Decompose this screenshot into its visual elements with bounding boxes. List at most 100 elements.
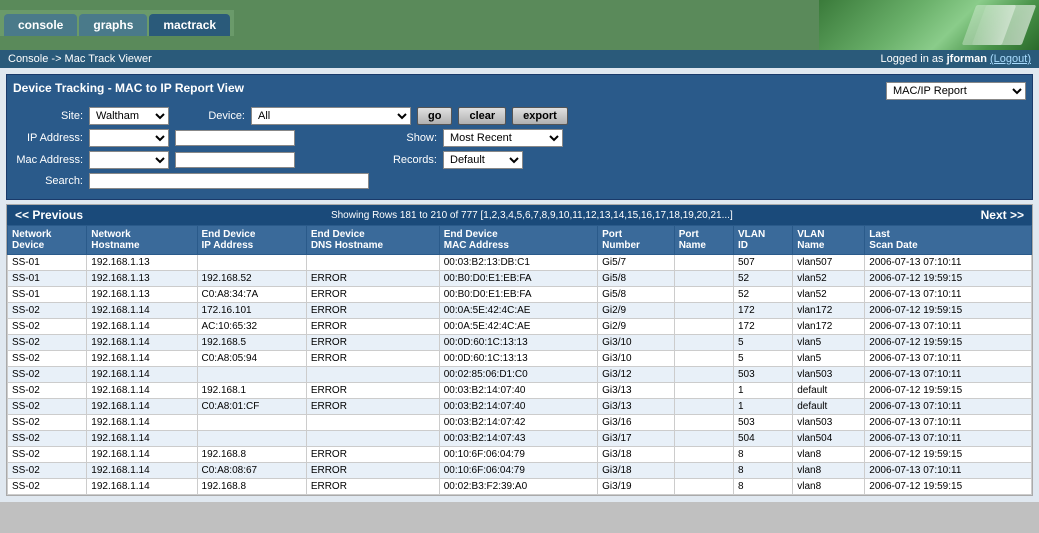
table-cell: C0:A8:05:94 [197,351,306,367]
table-cell: SS-01 [8,255,87,271]
table-cell: SS-02 [8,383,87,399]
table-cell: Gi3/16 [598,415,675,431]
table-cell [306,415,439,431]
table-cell: ERROR [306,399,439,415]
table-cell: Gi3/13 [598,383,675,399]
panel-title: Device Tracking - MAC to IP Report View [13,81,244,95]
table-cell: vlan8 [793,447,865,463]
table-row: SS-02192.168.1.1400:03:B2:14:07:43Gi3/17… [8,431,1032,447]
table-cell [197,255,306,271]
table-cell: 192.168.1 [197,383,306,399]
mac-input[interactable] [175,152,295,168]
search-input[interactable] [89,173,369,189]
table-cell: 2006-07-13 07:10:11 [865,415,1032,431]
nav-tab-graphs[interactable]: graphs [79,14,147,36]
clear-button[interactable]: clear [458,107,506,125]
table-cell: 2006-07-12 19:59:15 [865,447,1032,463]
table-cell: Gi3/19 [598,479,675,495]
table-row: SS-01192.168.1.13C0:A8:34:7AERROR00:B0:D… [8,287,1032,303]
table-cell: ERROR [306,383,439,399]
table-cell: 2006-07-13 07:10:11 [865,463,1032,479]
table-cell [674,479,733,495]
table-cell: 192.168.1.13 [87,287,197,303]
table-cell: 192.168.52 [197,271,306,287]
table-cell: vlan8 [793,479,865,495]
table-cell: 00:03:B2:14:07:40 [439,383,597,399]
logout-link[interactable]: (Logout) [990,53,1031,65]
table-cell: 1 [733,399,792,415]
table-cell: ERROR [306,335,439,351]
table-cell: vlan504 [793,431,865,447]
records-select[interactable]: Default 10 25 50 100 [443,151,523,169]
col-vlan-id: VLANID [733,226,792,255]
table-cell: AC:10:65:32 [197,319,306,335]
records-label: Records: [367,154,437,166]
col-end-mac: End DeviceMAC Address [439,226,597,255]
export-button[interactable]: export [512,107,568,125]
table-cell: Gi2/9 [598,303,675,319]
ip-input[interactable] [175,130,295,146]
device-panel: Device Tracking - MAC to IP Report View … [6,74,1033,200]
table-cell: SS-01 [8,287,87,303]
table-cell [674,383,733,399]
col-end-dns: End DeviceDNS Hostname [306,226,439,255]
table-cell: SS-02 [8,335,87,351]
col-network-device: NetworkDevice [8,226,87,255]
show-label: Show: [367,132,437,144]
table-cell: SS-02 [8,319,87,335]
report-select[interactable]: MAC/IP Report [886,82,1026,100]
table-cell: 8 [733,463,792,479]
table-cell: 192.168.8 [197,447,306,463]
table-cell: vlan172 [793,303,865,319]
table-header-row: NetworkDevice NetworkHostname End Device… [8,226,1032,255]
table-cell: SS-02 [8,447,87,463]
table-cell: SS-02 [8,367,87,383]
table-cell: 172 [733,319,792,335]
table-cell [674,351,733,367]
table-cell [306,367,439,383]
table-cell: 00:0A:5E:42:4C:AE [439,303,597,319]
site-label: Site: [13,110,83,122]
table-row: SS-01192.168.1.1300:03:B2:13:DB:C1Gi5/75… [8,255,1032,271]
table-cell [306,255,439,271]
table-cell: C0:A8:34:7A [197,287,306,303]
table-cell: 192.168.1.14 [87,479,197,495]
table-cell: 2006-07-13 07:10:11 [865,431,1032,447]
table-cell: Gi5/8 [598,271,675,287]
table-cell [674,463,733,479]
table-cell: vlan503 [793,367,865,383]
prev-link[interactable]: << Previous [15,208,83,222]
table-cell: Gi5/8 [598,287,675,303]
table-cell [674,287,733,303]
table-cell: vlan5 [793,335,865,351]
nav-tab-mactrack[interactable]: mactrack [149,14,230,36]
table-cell: 2006-07-13 07:10:11 [865,255,1032,271]
table-cell: 00:0D:60:1C:13:13 [439,335,597,351]
device-select[interactable]: All [251,107,411,125]
table-cell: 503 [733,367,792,383]
table-cell [674,367,733,383]
nav-tab-console[interactable]: console [4,14,77,36]
data-table: NetworkDevice NetworkHostname End Device… [7,225,1032,495]
table-cell: default [793,399,865,415]
next-link[interactable]: Next >> [981,208,1024,222]
mac-select[interactable] [89,151,169,169]
header-bar: Console -> Mac Track Viewer Logged in as… [0,50,1039,68]
col-network-hostname: NetworkHostname [87,226,197,255]
table-cell [674,399,733,415]
table-cell: 8 [733,479,792,495]
table-cell: SS-01 [8,271,87,287]
table-cell: 00:0A:5E:42:4C:AE [439,319,597,335]
table-cell: 192.168.8 [197,479,306,495]
table-cell: SS-02 [8,399,87,415]
site-select[interactable]: Waltham [89,107,169,125]
ip-label: IP Address: [13,132,83,144]
table-cell [674,303,733,319]
go-button[interactable]: go [417,107,452,125]
mac-label: Mac Address: [13,154,83,166]
show-select[interactable]: Most Recent All [443,129,563,147]
table-cell: vlan8 [793,463,865,479]
table-cell: 2006-07-13 07:10:11 [865,367,1032,383]
table-row: SS-02192.168.1.14AC:10:65:32ERROR00:0A:5… [8,319,1032,335]
ip-select[interactable] [89,129,169,147]
